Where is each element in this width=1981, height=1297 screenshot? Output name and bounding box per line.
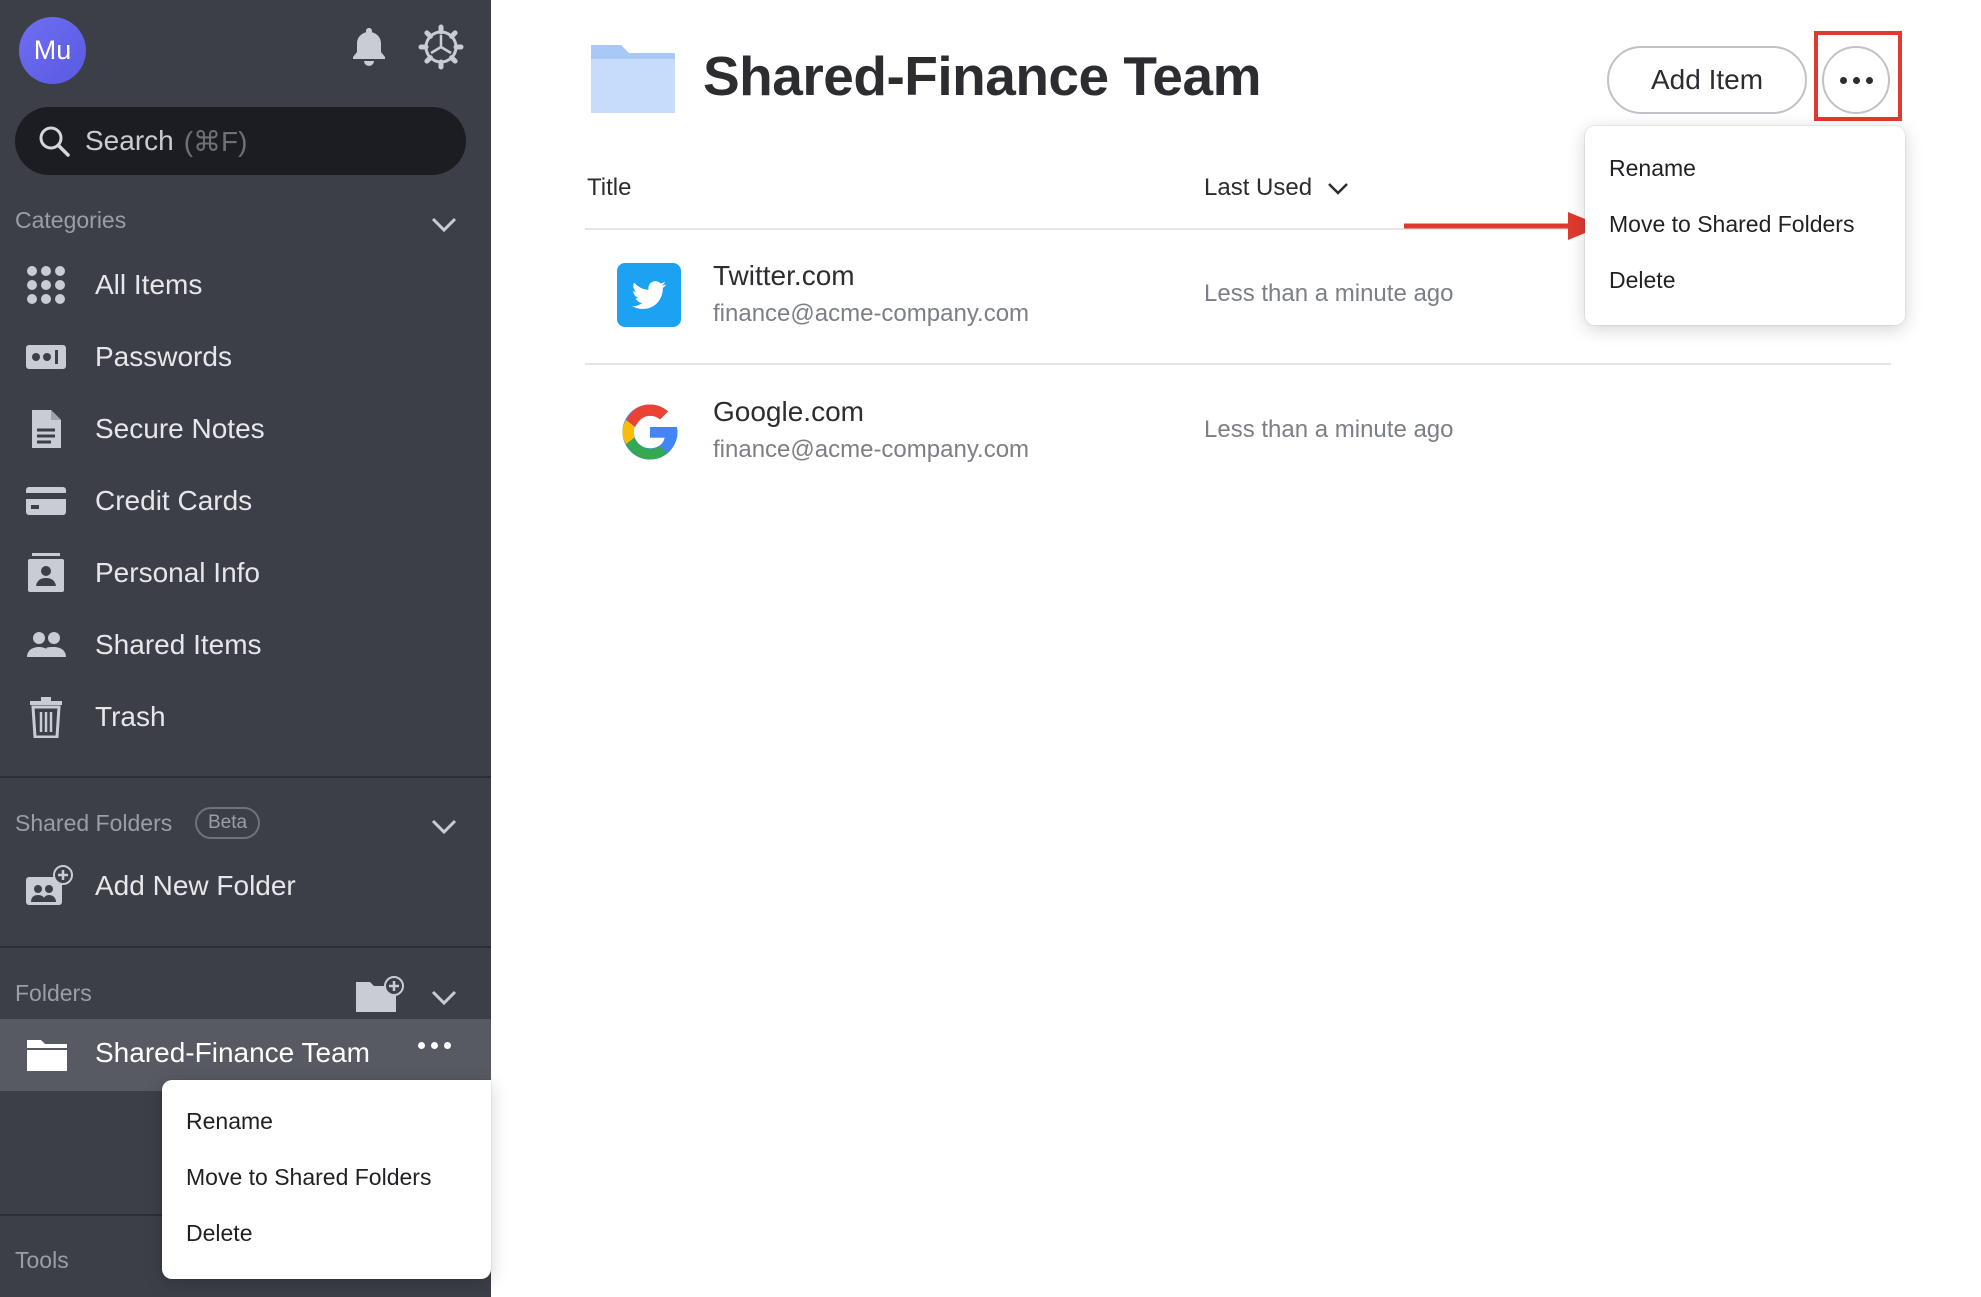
sidebar-item-credit-cards[interactable]: Credit Cards: [0, 470, 491, 532]
sidebar-item-label: Shared Items: [95, 629, 262, 660]
twitter-icon: [617, 263, 681, 327]
google-icon: [622, 404, 678, 460]
column-header-last-used[interactable]: Last Used: [1204, 174, 1349, 202]
folder-options-menu: Rename Move to Shared Folders Delete: [1585, 126, 1905, 325]
sidebar-item-passwords[interactable]: Passwords: [0, 326, 491, 388]
highlight-annotation: [1814, 31, 1902, 121]
sidebar-item-personal-info[interactable]: Personal Info: [0, 542, 491, 604]
sidebar-item-label: Passwords: [95, 341, 232, 372]
grid-icon: [27, 266, 65, 304]
column-header-label: Last Used: [1204, 174, 1313, 201]
add-shared-folder-icon: [26, 865, 73, 905]
menu-item-delete[interactable]: Delete: [1609, 267, 1675, 294]
search-placeholder: Search: [85, 125, 174, 156]
menu-item-move-to-shared-folders[interactable]: Move to Shared Folders: [186, 1164, 431, 1191]
search-shortcut: (⌘F): [183, 125, 248, 157]
people-icon: [27, 632, 66, 657]
search-input[interactable]: Search (⌘F): [15, 107, 466, 175]
sidebar-item-label: Credit Cards: [95, 485, 253, 516]
dot: [418, 1042, 425, 1049]
item-username: finance@acme-company.com: [713, 300, 1030, 327]
menu-item-rename[interactable]: Rename: [186, 1108, 273, 1135]
settings-gear-icon[interactable]: [418, 24, 464, 70]
item-title: Google.com: [713, 396, 864, 427]
sidebar-divider: [0, 776, 491, 778]
add-new-folder-label: Add New Folder: [95, 870, 296, 901]
password-icon: [26, 345, 66, 369]
sidebar-item-label: All Items: [95, 269, 203, 300]
item-title: Twitter.com: [713, 260, 855, 291]
sidebar-item-trash[interactable]: Trash: [0, 686, 491, 748]
tools-label: Tools: [15, 1247, 69, 1273]
search-icon: [39, 126, 70, 157]
trash-icon: [30, 697, 62, 738]
chevron-down-icon[interactable]: [430, 989, 458, 1007]
chevron-down-icon[interactable]: [430, 216, 458, 234]
chevron-down-icon[interactable]: [430, 818, 458, 836]
item-last-used: Less than a minute ago: [1204, 280, 1454, 307]
sidebar-item-all-items[interactable]: All Items: [0, 254, 491, 316]
sidebar-item-label: Personal Info: [95, 557, 260, 588]
categories-label: Categories: [15, 207, 127, 233]
sidebar-item-shared-items[interactable]: Shared Items: [0, 614, 491, 676]
sidebar-item-label: Secure Notes: [95, 413, 265, 444]
menu-item-rename[interactable]: Rename: [1609, 155, 1696, 182]
arrow-annotation: [1404, 212, 1602, 240]
sidebar-divider: [0, 946, 491, 948]
menu-item-move-to-shared-folders[interactable]: Move to Shared Folders: [1609, 211, 1854, 238]
note-icon: [32, 410, 61, 448]
folder-icon: [27, 1040, 67, 1071]
dot: [444, 1042, 451, 1049]
shared-folders-label: Shared Folders: [15, 810, 173, 836]
page-title: Shared-Finance Team: [703, 45, 1261, 107]
sidebar-item-secure-notes[interactable]: Secure Notes: [0, 398, 491, 460]
add-new-folder-button[interactable]: Add New Folder: [0, 855, 491, 917]
menu-item-delete[interactable]: Delete: [186, 1220, 252, 1247]
id-card-icon: [28, 553, 64, 592]
credit-card-icon: [26, 487, 66, 515]
add-item-button[interactable]: Add Item: [1607, 46, 1807, 114]
item-username: finance@acme-company.com: [713, 436, 1030, 463]
folder-label: Shared-Finance Team: [95, 1037, 370, 1068]
folder-more-options-button[interactable]: [418, 1042, 451, 1049]
folder-icon: [591, 45, 675, 113]
dot: [431, 1042, 438, 1049]
add-folder-icon[interactable]: [355, 976, 405, 1014]
chevron-down-icon: [1327, 182, 1348, 195]
bell-icon[interactable]: [346, 24, 392, 70]
row-divider: [585, 363, 1891, 365]
sidebar-folder-context-menu: Rename Move to Shared Folders Delete: [162, 1080, 491, 1279]
beta-badge: Beta: [195, 807, 261, 839]
folders-label: Folders: [15, 980, 92, 1006]
sidebar-item-label: Trash: [95, 701, 166, 732]
column-header-title[interactable]: Title: [587, 174, 631, 202]
item-last-used: Less than a minute ago: [1204, 416, 1454, 443]
avatar[interactable]: Mu: [19, 17, 86, 84]
